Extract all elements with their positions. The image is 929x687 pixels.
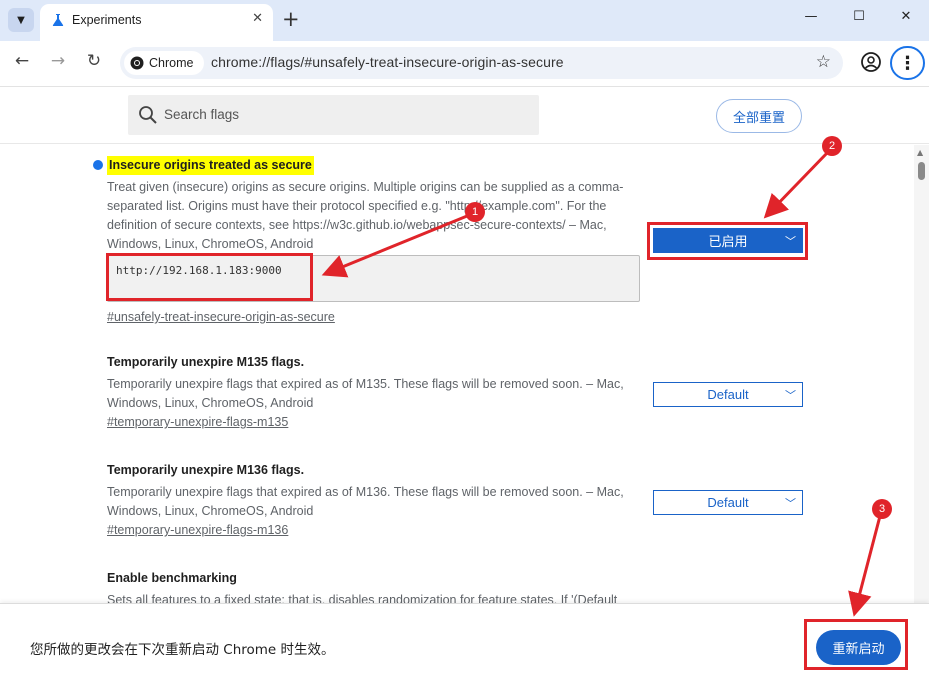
reload-icon[interactable]: ↻	[82, 51, 106, 71]
chevron-down-icon: ﹀	[785, 390, 796, 402]
site-chip[interactable]: Chrome	[124, 51, 204, 75]
flag-state-select[interactable]: Default ﹀	[653, 490, 803, 515]
select-value: 已启用	[708, 234, 748, 249]
more-menu-button[interactable]: ⋮	[890, 46, 925, 80]
relaunch-bar: 您所做的更改会在下次重新启动 Chrome 时生效。 重新启动	[0, 603, 929, 687]
flag-title: Temporarily unexpire M135 flags.	[107, 355, 305, 369]
flag-link[interactable]: #temporary-unexpire-flags-m135	[107, 413, 288, 432]
tab-search-button[interactable]: ▼	[8, 8, 34, 32]
flags-search-header: Search flags 全部重置	[0, 87, 929, 144]
annotation-badge-2: 2	[822, 136, 842, 156]
flask-icon	[52, 14, 64, 26]
tab-close-icon[interactable]: ✕	[252, 11, 263, 26]
select-value: Default	[707, 387, 749, 402]
flag-link-row: #unsafely-treat-insecure-origin-as-secur…	[107, 308, 647, 327]
chevron-down-icon: ﹀	[785, 236, 796, 248]
flag-title: Temporarily unexpire M136 flags.	[107, 463, 305, 477]
relaunch-message: 您所做的更改会在下次重新启动 Chrome 时生效。	[30, 642, 335, 658]
flag-description: Temporarily unexpire flags that expired …	[107, 377, 624, 410]
search-placeholder: Search flags	[164, 107, 240, 122]
flags-list: Insecure origins treated as secure Treat…	[0, 145, 914, 603]
chrome-logo-icon	[130, 56, 144, 70]
scrollbar[interactable]: ▲	[914, 145, 929, 603]
flag-item-insecure-origins: Insecure origins treated as secure Treat…	[107, 156, 647, 254]
bookmark-star-icon[interactable]: ☆	[816, 52, 831, 72]
forward-arrow-icon[interactable]: →	[46, 51, 70, 71]
origins-value: http://192.168.1.183:9000	[116, 264, 282, 277]
chevron-down-icon: ﹀	[785, 498, 796, 510]
flag-state-select[interactable]: Default ﹀	[653, 382, 803, 407]
toolbar: ← → ↻ Chrome chrome://flags/#unsafely-tr…	[0, 41, 929, 87]
address-bar[interactable]: Chrome chrome://flags/#unsafely-treat-in…	[120, 47, 843, 79]
chevron-down-icon: ▼	[17, 14, 25, 26]
flag-title: Insecure origins treated as secure	[107, 156, 314, 175]
back-arrow-icon[interactable]: ←	[10, 51, 34, 71]
flag-description: Sets all features to a fixed state; that…	[107, 593, 618, 603]
modified-indicator-dot	[93, 160, 103, 170]
flag-item-benchmarking: Enable benchmarking Sets all features to…	[107, 569, 647, 603]
scroll-up-icon[interactable]: ▲	[917, 148, 923, 157]
flag-title: Enable benchmarking	[107, 571, 237, 585]
annotation-badge-1: 1	[465, 202, 485, 222]
scroll-thumb[interactable]	[918, 162, 925, 180]
three-dots-icon: ⋮	[898, 52, 917, 74]
flag-item-m136: Temporarily unexpire M136 flags. Tempora…	[107, 461, 647, 540]
maximize-icon[interactable]: ☐	[847, 9, 871, 24]
browser-window: ▼ Experiments ✕ + — ☐ ✕ ← → ↻ Chrome chr…	[0, 0, 929, 687]
origins-textarea[interactable]: http://192.168.1.183:9000	[107, 255, 640, 302]
profile-icon[interactable]	[860, 51, 882, 73]
select-value: Default	[707, 495, 749, 510]
annotation-badge-3: 3	[872, 499, 892, 519]
flag-item-m135: Temporarily unexpire M135 flags. Tempora…	[107, 353, 647, 432]
flag-link[interactable]: #temporary-unexpire-flags-m136	[107, 521, 288, 540]
minimize-icon[interactable]: —	[799, 9, 823, 24]
tab-experiments[interactable]: Experiments ✕	[40, 4, 273, 41]
flag-link[interactable]: #unsafely-treat-insecure-origin-as-secur…	[107, 308, 335, 327]
flag-description: Treat given (insecure) origins as secure…	[107, 180, 624, 251]
search-flags-input[interactable]: Search flags	[128, 95, 539, 135]
title-bar: ▼ Experiments ✕ + — ☐ ✕	[0, 0, 929, 41]
site-chip-label: Chrome	[149, 56, 194, 70]
search-icon	[139, 106, 157, 124]
flag-description: Temporarily unexpire flags that expired …	[107, 485, 624, 518]
reset-all-button[interactable]: 全部重置	[716, 99, 802, 133]
url-text[interactable]: chrome://flags/#unsafely-treat-insecure-…	[211, 54, 564, 70]
tab-title: Experiments	[72, 13, 142, 27]
relaunch-button[interactable]: 重新启动	[816, 630, 901, 665]
close-window-icon[interactable]: ✕	[894, 9, 918, 24]
new-tab-button[interactable]: +	[282, 6, 300, 32]
flag-state-select[interactable]: 已启用 ﹀	[653, 228, 803, 253]
